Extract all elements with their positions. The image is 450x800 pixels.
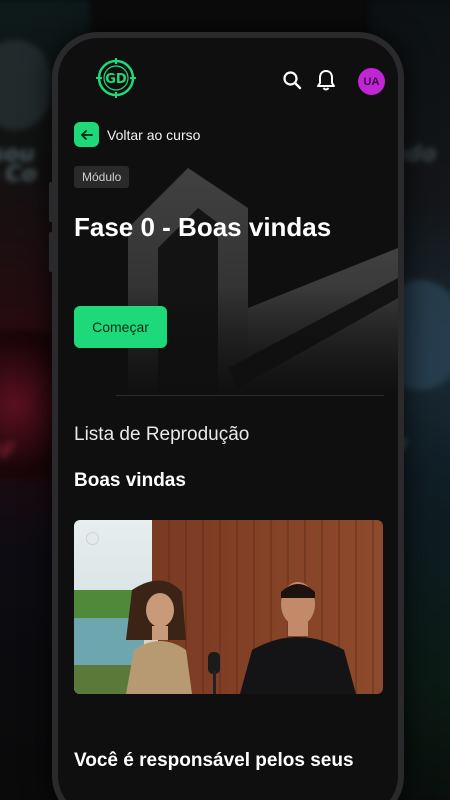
background-figure (0, 40, 50, 130)
phone-frame: GD UA Voltar ao curso Módulo Fase 0 - Bo… (49, 32, 404, 800)
next-section-text: Você é responsável pelos seus (74, 750, 354, 771)
back-label: Voltar ao curso (107, 126, 201, 143)
background-left-text-2: E OF CR (0, 440, 17, 465)
arrow-left-icon (74, 122, 99, 147)
video-thumbnail[interactable] (74, 520, 383, 694)
avatar[interactable]: UA (358, 68, 385, 95)
top-bar: GD UA (58, 38, 398, 118)
bell-icon[interactable] (314, 68, 338, 92)
search-icon[interactable] (280, 68, 304, 92)
phone-volume-button (49, 232, 53, 272)
module-badge: Módulo (74, 166, 130, 188)
phone-volume-button (49, 182, 53, 222)
start-button[interactable]: Começar (74, 306, 167, 348)
gd-logo-icon[interactable]: GD (94, 56, 138, 100)
video-thumbnail-image (74, 520, 383, 694)
section-divider (116, 395, 384, 396)
background-left-text: a, sou olo Co (0, 142, 37, 187)
playlist-section-title: Boas vindas (74, 470, 186, 491)
app-screen: GD UA Voltar ao curso Módulo Fase 0 - Bo… (58, 38, 398, 800)
playlist-heading: Lista de Reprodução (74, 424, 250, 445)
back-to-course-link[interactable]: Voltar ao curso (74, 122, 200, 147)
svg-text:GD: GD (105, 72, 127, 87)
module-title: Fase 0 - Boas vindas (74, 212, 332, 242)
lesson-complete-radio[interactable] (86, 532, 99, 545)
